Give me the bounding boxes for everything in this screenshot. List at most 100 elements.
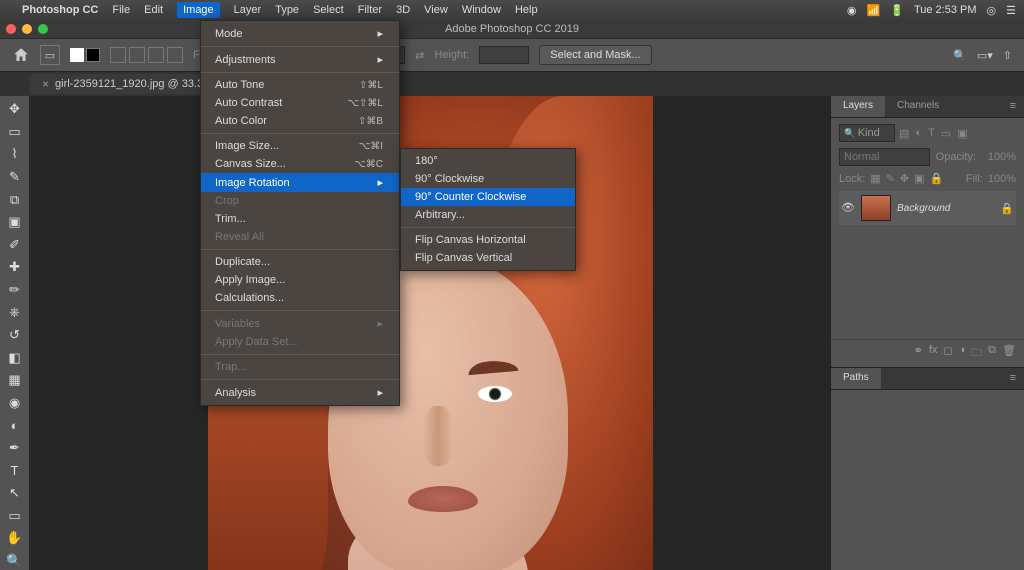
layer-name[interactable]: Background xyxy=(897,203,950,214)
menu-help[interactable]: Help xyxy=(515,4,538,16)
layer-lock-icon[interactable]: 🔒 xyxy=(1000,202,1014,215)
move-tool-icon[interactable]: ✥ xyxy=(4,100,26,119)
type-tool-icon[interactable]: T xyxy=(4,461,26,480)
mi-trim[interactable]: Trim... xyxy=(201,210,399,228)
frame-tool-icon[interactable]: ▣ xyxy=(4,213,26,232)
menu-file[interactable]: File xyxy=(112,4,130,16)
mi-90cw[interactable]: 90° Clockwise xyxy=(401,170,575,188)
hand-tool-icon[interactable]: ✋ xyxy=(4,529,26,548)
menu-3d[interactable]: 3D xyxy=(396,4,410,16)
mi-analysis[interactable]: Analysis▸ xyxy=(201,383,399,402)
clock[interactable]: Tue 2:53 PM xyxy=(914,4,977,16)
close-tab-icon[interactable]: × xyxy=(42,77,49,91)
blur-tool-icon[interactable]: ◉ xyxy=(4,394,26,413)
foreground-background-swatch[interactable] xyxy=(70,48,100,62)
history-brush-tool-icon[interactable]: ↺ xyxy=(4,326,26,345)
mi-duplicate[interactable]: Duplicate... xyxy=(201,253,399,271)
mi-90ccw[interactable]: 90° Counter Clockwise xyxy=(401,188,575,206)
mi-calculations[interactable]: Calculations... xyxy=(201,289,399,307)
healing-tool-icon[interactable]: ✚ xyxy=(4,258,26,277)
mi-auto-contrast[interactable]: Auto Contrast⌥⇧⌘L xyxy=(201,94,399,112)
menu-window[interactable]: Window xyxy=(462,4,501,16)
mi-180[interactable]: 180° xyxy=(401,152,575,170)
menu-layer[interactable]: Layer xyxy=(234,4,262,16)
stamp-tool-icon[interactable]: ⎈ xyxy=(4,303,26,322)
lasso-tool-icon[interactable]: ⌇ xyxy=(4,145,26,164)
marquee-preset-icon[interactable]: ▭ xyxy=(40,45,60,65)
delete-layer-icon[interactable]: 🗑 xyxy=(1002,344,1016,363)
list-icon[interactable]: ☰ xyxy=(1006,4,1016,17)
paths-tab[interactable]: Paths xyxy=(831,368,881,389)
selection-new-icon[interactable] xyxy=(110,47,126,63)
paths-menu-icon[interactable]: ≡ xyxy=(1002,368,1024,389)
menu-edit[interactable]: Edit xyxy=(144,4,163,16)
marquee-tool-icon[interactable]: ▭ xyxy=(4,123,26,142)
workspace-icon[interactable]: ▭▾ xyxy=(977,49,993,62)
mi-image-rotation[interactable]: Image Rotation▸ xyxy=(201,173,399,192)
gradient-tool-icon[interactable]: ▦ xyxy=(4,371,26,390)
panel-menu-icon[interactable]: ≡ xyxy=(1002,96,1024,117)
close-window-button[interactable] xyxy=(6,24,16,34)
dodge-tool-icon[interactable]: ◐ xyxy=(4,416,26,435)
quick-select-tool-icon[interactable]: ✎ xyxy=(4,168,26,187)
mi-mode[interactable]: Mode▸ xyxy=(201,24,399,43)
path-tool-icon[interactable]: ↖ xyxy=(4,484,26,503)
battery-icon[interactable]: 🔋 xyxy=(890,4,904,17)
new-layer-icon[interactable]: ⧉ xyxy=(988,344,996,363)
mi-auto-tone[interactable]: Auto Tone⇧⌘L xyxy=(201,76,399,94)
menu-type[interactable]: Type xyxy=(275,4,299,16)
zoom-window-button[interactable] xyxy=(38,24,48,34)
share-icon[interactable]: ⇧ xyxy=(1003,49,1012,62)
mi-flip-h[interactable]: Flip Canvas Horizontal xyxy=(401,231,575,249)
layer-row[interactable]: 👁 Background 🔒 xyxy=(839,191,1016,225)
lock-all-icon[interactable]: 🔒 xyxy=(930,172,944,185)
layers-tab[interactable]: Layers xyxy=(831,96,885,117)
search-icon[interactable]: 🔍 xyxy=(953,49,967,62)
fill-value[interactable]: 100% xyxy=(988,173,1016,185)
filter-type-icon[interactable]: T xyxy=(928,127,935,140)
mi-apply-image[interactable]: Apply Image... xyxy=(201,271,399,289)
layer-mask-icon[interactable]: ◻ xyxy=(943,344,952,363)
mi-canvas-size[interactable]: Canvas Size...⌥⌘C xyxy=(201,155,399,173)
mi-adjustments[interactable]: Adjustments▸ xyxy=(201,50,399,69)
shape-tool-icon[interactable]: ▭ xyxy=(4,506,26,525)
selection-subtract-icon[interactable] xyxy=(148,47,164,63)
blend-mode-select[interactable]: Normal xyxy=(839,148,930,166)
cc-icon[interactable]: ◉ xyxy=(847,4,857,17)
document-tab[interactable]: × girl-2359121_1920.jpg @ 33.3% xyxy=(30,74,225,94)
filter-pixel-icon[interactable]: ▤ xyxy=(899,127,909,140)
lock-paint-icon[interactable]: ✎ xyxy=(886,172,895,185)
lock-artboard-icon[interactable]: ▣ xyxy=(914,172,924,185)
layer-fx-icon[interactable]: fx xyxy=(929,344,938,363)
layer-thumbnail[interactable] xyxy=(861,195,891,221)
menu-select[interactable]: Select xyxy=(313,4,344,16)
link-layers-icon[interactable]: ⚭ xyxy=(914,344,923,363)
menu-image[interactable]: Image xyxy=(177,2,220,18)
mi-image-size[interactable]: Image Size...⌥⌘I xyxy=(201,137,399,155)
mi-auto-color[interactable]: Auto Color⇧⌘B xyxy=(201,112,399,130)
crop-tool-icon[interactable]: ⧉ xyxy=(4,190,26,209)
filter-shape-icon[interactable]: ▭ xyxy=(941,127,951,140)
opacity-value[interactable]: 100% xyxy=(982,151,1016,163)
select-and-mask-button[interactable]: Select and Mask... xyxy=(539,45,652,65)
pen-tool-icon[interactable]: ✒ xyxy=(4,439,26,458)
lock-position-icon[interactable]: ✥ xyxy=(900,172,909,185)
minimize-window-button[interactable] xyxy=(22,24,32,34)
channels-tab[interactable]: Channels xyxy=(885,96,951,117)
selection-intersect-icon[interactable] xyxy=(167,47,183,63)
menu-view[interactable]: View xyxy=(424,4,448,16)
home-icon[interactable] xyxy=(12,46,30,64)
filter-adjust-icon[interactable]: ◐ xyxy=(915,127,922,140)
mi-arbitrary[interactable]: Arbitrary... xyxy=(401,206,575,224)
menu-filter[interactable]: Filter xyxy=(358,4,382,16)
eyedropper-tool-icon[interactable]: ✐ xyxy=(4,235,26,254)
height-input[interactable] xyxy=(479,46,529,64)
adjustment-layer-icon[interactable]: ◑ xyxy=(959,344,966,363)
lock-pixels-icon[interactable]: ▦ xyxy=(870,172,880,185)
group-icon[interactable]: 🗀 xyxy=(971,344,982,363)
brush-tool-icon[interactable]: ✏ xyxy=(4,281,26,300)
app-name[interactable]: Photoshop CC xyxy=(22,4,98,16)
filter-smart-icon[interactable]: ▣ xyxy=(957,127,967,140)
visibility-eye-icon[interactable]: 👁 xyxy=(841,201,855,215)
eraser-tool-icon[interactable]: ◧ xyxy=(4,348,26,367)
